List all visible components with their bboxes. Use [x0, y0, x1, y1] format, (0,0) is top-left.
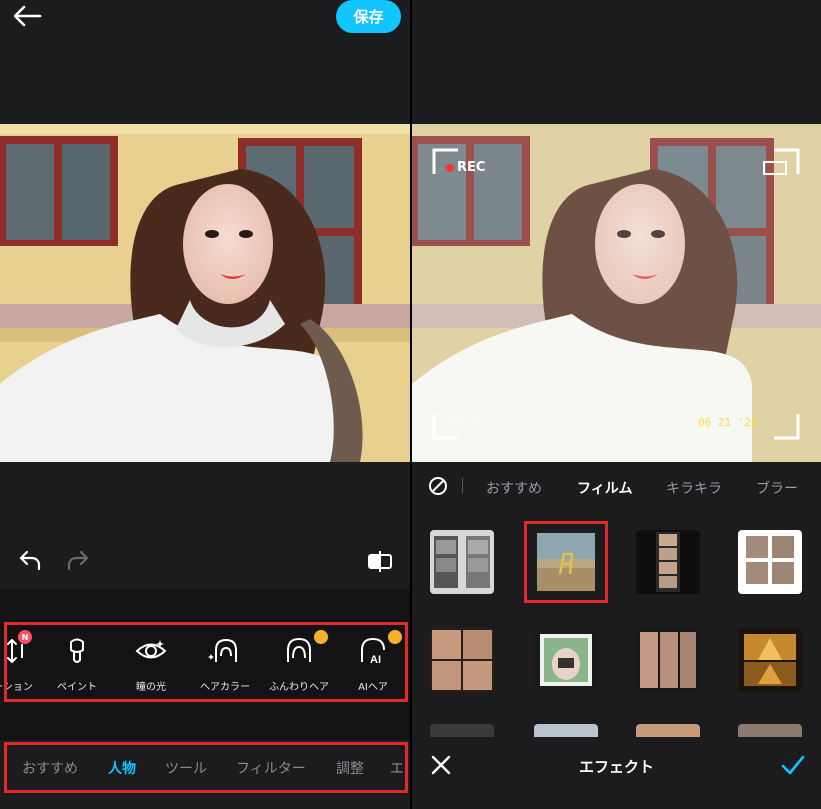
undo-icon	[19, 550, 41, 571]
effect-thumb-camera-frame[interactable]	[534, 628, 598, 692]
effect-tab-sparkle[interactable]: キラキラ	[666, 478, 722, 498]
selected-effect-highlight	[524, 521, 608, 603]
four-portrait-grid-thumbnail	[738, 530, 802, 594]
compare-icon	[368, 551, 392, 572]
rec-label: REC	[457, 160, 486, 175]
effect-tab-film[interactable]: フィルム	[577, 478, 632, 498]
triple-portrait-thumbnail	[636, 628, 700, 692]
camera-frame-thumbnail	[534, 628, 598, 692]
effect-thumb-portrait-collage[interactable]	[430, 628, 494, 692]
portrait-collage-thumbnail	[430, 628, 494, 692]
categories-highlight-box	[4, 742, 408, 793]
no-effect-button[interactable]	[428, 476, 448, 496]
portrait-photo	[0, 124, 410, 462]
effect-thumb-movie-poster[interactable]	[738, 628, 802, 692]
redo-icon	[67, 550, 89, 571]
effects-panel: REC FULL HD 06 21 '20 おすすめ フィルム キラキラ ブラー	[412, 0, 821, 809]
effect-thumb-triple-portrait[interactable]	[636, 628, 700, 692]
effect-tab-recommended[interactable]: おすすめ	[486, 478, 542, 498]
photo-canvas[interactable]	[0, 124, 410, 462]
save-button[interactable]: 保存	[336, 0, 401, 33]
effect-preview-canvas[interactable]: REC FULL HD 06 21 '20	[412, 124, 821, 462]
effect-tab-blur[interactable]: ブラー	[756, 478, 798, 498]
resolution-label: FULL HD	[444, 416, 483, 426]
back-button[interactable]	[12, 4, 44, 28]
divider	[462, 478, 463, 494]
movie-poster-thumbnail	[738, 628, 802, 692]
prohibited-icon	[429, 477, 447, 495]
arrow-left-icon	[13, 5, 42, 27]
compare-button[interactable]	[366, 549, 394, 573]
confirm-button[interactable]	[780, 754, 806, 776]
effect-thumb-film-strip-bw[interactable]	[430, 530, 494, 594]
check-icon	[781, 755, 805, 775]
tools-highlight-box	[4, 622, 408, 702]
redo-button[interactable]	[66, 549, 90, 571]
editor-panel: 保存 ション N ペイント 瞳の光 ヘアカラー ふんわりヘア AI AIヘア お…	[0, 0, 410, 809]
film-strip-bw-thumbnail	[430, 530, 494, 594]
panel-title: エフェクト	[578, 758, 654, 776]
effect-thumb-four-portrait-grid[interactable]	[738, 530, 802, 594]
undo-button[interactable]	[18, 549, 42, 571]
date-stamp: 06 21 '20	[698, 416, 758, 429]
effect-thumb-vertical-film-strip[interactable]	[636, 530, 700, 594]
vertical-film-strip-thumbnail	[636, 530, 700, 594]
